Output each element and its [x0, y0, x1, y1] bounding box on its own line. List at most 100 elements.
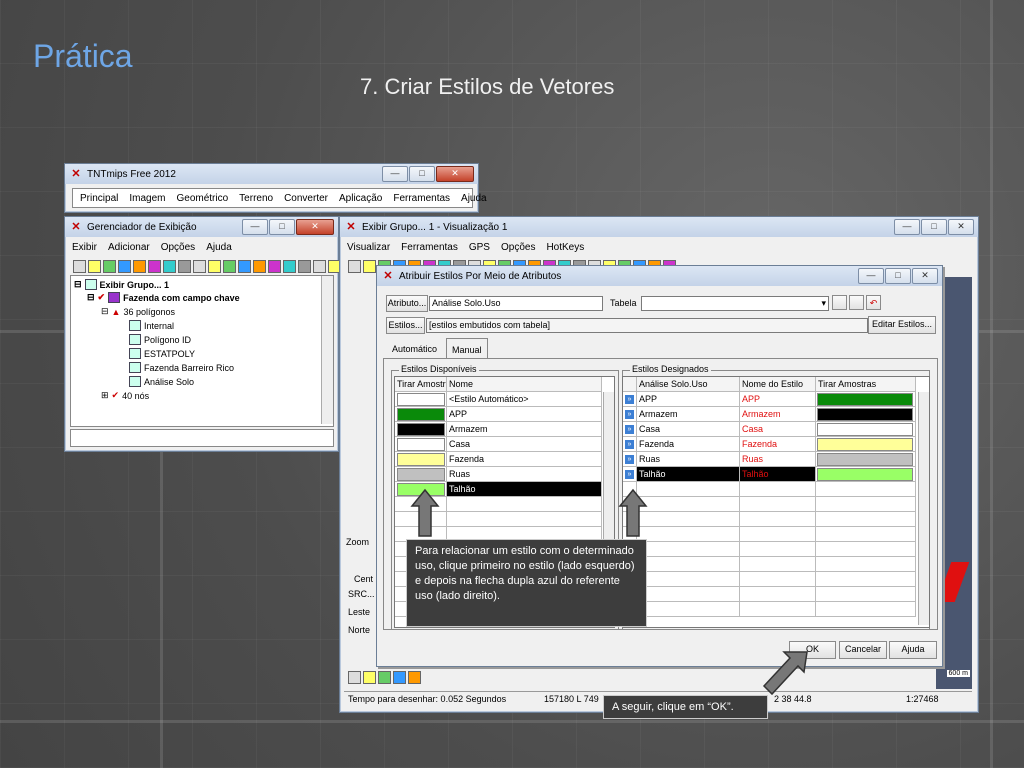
- help-button[interactable]: Ajuda: [889, 641, 937, 659]
- tnt-menu-item[interactable]: Geométrico: [175, 193, 229, 204]
- style-name-cell[interactable]: [740, 527, 816, 542]
- manager-menu-item[interactable]: Adicionar: [107, 242, 151, 253]
- tree-item[interactable]: ESTATPOLY: [129, 348, 195, 359]
- style-name-cell[interactable]: Ruas: [740, 452, 816, 467]
- tab-manual[interactable]: Manual: [446, 338, 488, 359]
- table-icon[interactable]: [832, 295, 847, 310]
- tnt-menu-item[interactable]: Converter: [283, 193, 329, 204]
- src-button[interactable]: SRC...: [348, 589, 375, 599]
- atributo-button[interactable]: Atributo...: [386, 295, 428, 312]
- assign-arrow-button[interactable]: »: [623, 392, 637, 407]
- toolbar-icon[interactable]: [238, 260, 251, 273]
- style-name[interactable]: Casa: [447, 437, 602, 452]
- uso-cell[interactable]: Casa: [637, 422, 740, 437]
- tnt-menu-item[interactable]: Aplicação: [338, 193, 383, 204]
- maximize-button[interactable]: □: [885, 268, 911, 284]
- minimize-button[interactable]: —: [858, 268, 884, 284]
- assign-arrow-button[interactable]: »: [623, 467, 637, 482]
- uso-cell[interactable]: [637, 527, 740, 542]
- toolbar-icon[interactable]: [363, 671, 376, 684]
- toolbar-icon[interactable]: [208, 260, 221, 273]
- style-name-cell[interactable]: [740, 587, 816, 602]
- uso-cell[interactable]: [637, 587, 740, 602]
- tabela-select[interactable]: ▾: [641, 296, 829, 311]
- style-name-cell[interactable]: [740, 602, 816, 617]
- toolbar-icon[interactable]: [363, 260, 376, 273]
- toolbar-icon[interactable]: [118, 260, 131, 273]
- minimize-button[interactable]: —: [242, 219, 268, 235]
- manager-menu-item[interactable]: Exibir: [71, 242, 98, 253]
- uso-cell[interactable]: Armazem: [637, 407, 740, 422]
- toolbar-icon[interactable]: [378, 671, 391, 684]
- style-name-cell[interactable]: [740, 497, 816, 512]
- undo-icon[interactable]: ↶: [866, 295, 881, 310]
- table-row[interactable]: [395, 452, 447, 467]
- uso-cell[interactable]: [637, 482, 740, 497]
- table-row[interactable]: [395, 467, 447, 482]
- toolbar-icon[interactable]: [178, 260, 191, 273]
- table-row[interactable]: [395, 407, 447, 422]
- edit-table-icon[interactable]: [849, 295, 864, 310]
- tree-group[interactable]: ⊟ Exibir Grupo... 1: [74, 279, 169, 290]
- assign-arrow-button[interactable]: »: [623, 407, 637, 422]
- maximize-button[interactable]: □: [921, 219, 947, 235]
- tnt-menu-item[interactable]: Principal: [79, 193, 119, 204]
- tree-item[interactable]: Análise Solo: [129, 376, 194, 387]
- toolbar-icon[interactable]: [348, 260, 361, 273]
- uso-cell[interactable]: APP: [637, 392, 740, 407]
- style-name[interactable]: Ruas: [447, 467, 602, 482]
- uso-cell[interactable]: Ruas: [637, 452, 740, 467]
- toolbar-icon[interactable]: [223, 260, 236, 273]
- edit-styles-button[interactable]: Editar Estilos...: [868, 316, 936, 334]
- manager-menu-item[interactable]: Ajuda: [205, 242, 233, 253]
- style-name-cell[interactable]: [740, 542, 816, 557]
- tree-item[interactable]: Internal: [129, 320, 174, 331]
- view-menu-item[interactable]: Visualizar: [346, 242, 391, 253]
- close-button[interactable]: ✕: [912, 268, 938, 284]
- tree-item[interactable]: Fazenda Barreiro Rico: [129, 362, 234, 373]
- style-name-cell[interactable]: Casa: [740, 422, 816, 437]
- toolbar-icon[interactable]: [298, 260, 311, 273]
- uso-cell[interactable]: Talhão: [637, 467, 740, 482]
- style-name-cell[interactable]: [740, 512, 816, 527]
- minimize-button[interactable]: —: [894, 219, 920, 235]
- toolbar-icon[interactable]: [148, 260, 161, 273]
- close-button[interactable]: ✕: [948, 219, 974, 235]
- style-name[interactable]: [447, 512, 602, 527]
- tree-polygons[interactable]: ⊟ ▲ 36 polígonos: [101, 306, 175, 317]
- style-name[interactable]: Armazem: [447, 422, 602, 437]
- maximize-button[interactable]: □: [409, 166, 435, 182]
- uso-cell[interactable]: Fazenda: [637, 437, 740, 452]
- uso-cell[interactable]: [637, 497, 740, 512]
- style-name-cell[interactable]: [740, 572, 816, 587]
- toolbar-icon[interactable]: [268, 260, 281, 273]
- assign-arrow-button[interactable]: »: [623, 452, 637, 467]
- toolbar-icon[interactable]: [393, 671, 406, 684]
- manager-menu-item[interactable]: Opções: [160, 242, 196, 253]
- view-menu-item[interactable]: HotKeys: [545, 242, 585, 253]
- tree-nodes[interactable]: ⊞ ✔ 40 nós: [101, 390, 149, 401]
- tnt-menu-item[interactable]: Imagem: [128, 193, 166, 204]
- minimize-button[interactable]: —: [382, 166, 408, 182]
- toolbar-icon[interactable]: [313, 260, 326, 273]
- close-button[interactable]: ✕: [296, 219, 334, 235]
- style-name[interactable]: Talhão: [447, 482, 602, 497]
- view-menu-item[interactable]: Opções: [500, 242, 536, 253]
- toolbar-icon[interactable]: [253, 260, 266, 273]
- tab-automatico[interactable]: Automático: [392, 344, 437, 354]
- uso-cell[interactable]: [637, 572, 740, 587]
- style-name[interactable]: <Estilo Automático>: [447, 392, 602, 407]
- toolbar-icon[interactable]: [193, 260, 206, 273]
- cancel-button[interactable]: Cancelar: [839, 641, 887, 659]
- toolbar-icon[interactable]: [408, 671, 421, 684]
- style-name-cell[interactable]: [740, 482, 816, 497]
- uso-cell[interactable]: [637, 542, 740, 557]
- table-row[interactable]: [395, 392, 447, 407]
- toolbar-icon[interactable]: [163, 260, 176, 273]
- style-name[interactable]: APP: [447, 407, 602, 422]
- toolbar-icon[interactable]: [73, 260, 86, 273]
- style-name-cell[interactable]: Armazem: [740, 407, 816, 422]
- toolbar-icon[interactable]: [348, 671, 361, 684]
- table-row[interactable]: [395, 422, 447, 437]
- table-row[interactable]: [395, 437, 447, 452]
